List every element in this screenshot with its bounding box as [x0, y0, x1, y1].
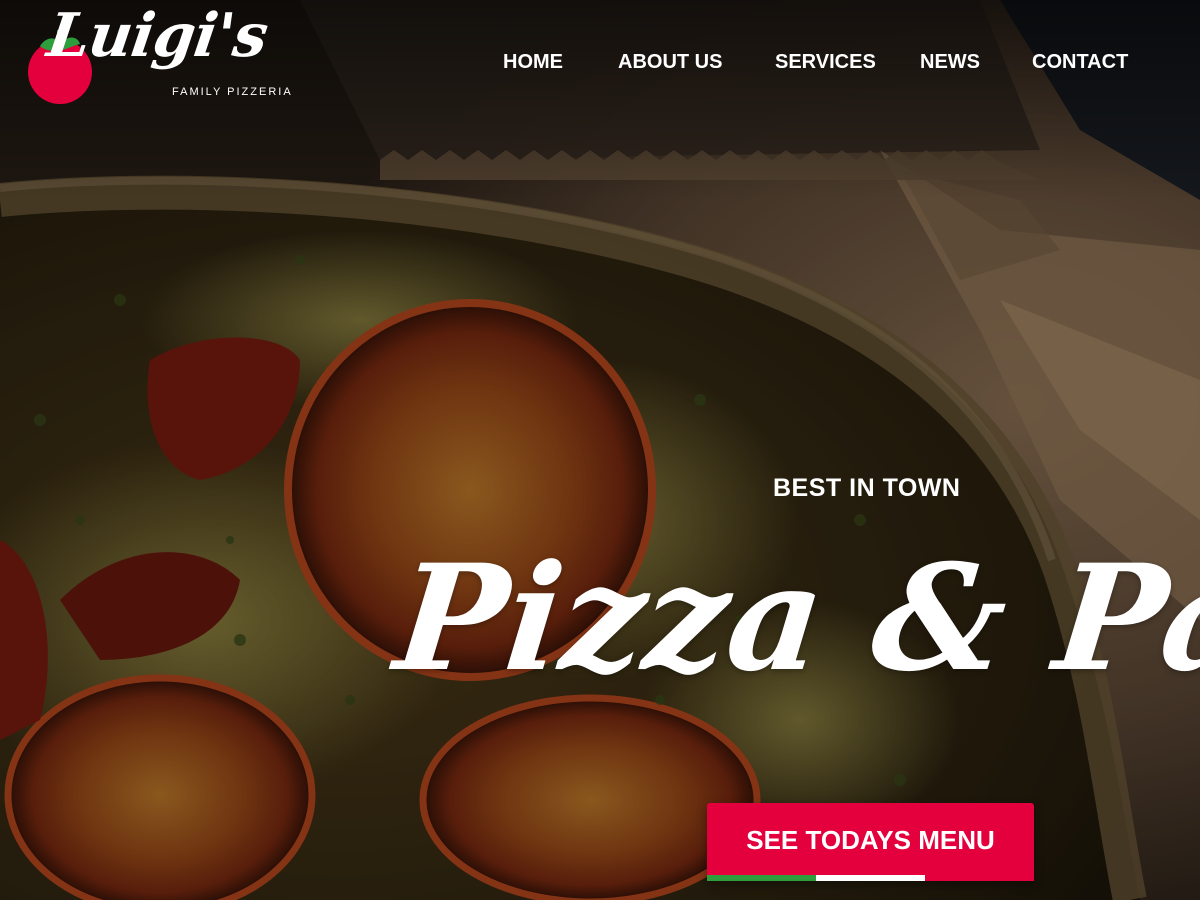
nav-item-services[interactable]: SERVICES — [775, 47, 876, 77]
nav-item-contact[interactable]: CONTACT — [1032, 47, 1128, 77]
nav-item-news[interactable]: NEWS — [920, 47, 980, 77]
hero-section: Luigi's FAMILY PIZZERIA HOME ABOUT US SE… — [0, 0, 1200, 900]
cta-label: SEE TODAYS MENU — [746, 825, 995, 855]
hero-background-image — [0, 0, 1200, 900]
hero-eyebrow: BEST IN TOWN — [773, 474, 961, 502]
nav-item-about-us[interactable]: ABOUT US — [618, 47, 722, 77]
italian-flag-stripe — [707, 875, 1034, 881]
see-todays-menu-button[interactable]: SEE TODAYS MENU — [707, 803, 1034, 881]
nav-item-home[interactable]: HOME — [503, 47, 563, 77]
brand-tagline: FAMILY PIZZERIA — [172, 86, 293, 98]
main-nav: HOME ABOUT US SERVICES NEWS CONTACT — [0, 47, 1200, 77]
hero-headline: Pizza & Pasta — [388, 533, 1200, 704]
